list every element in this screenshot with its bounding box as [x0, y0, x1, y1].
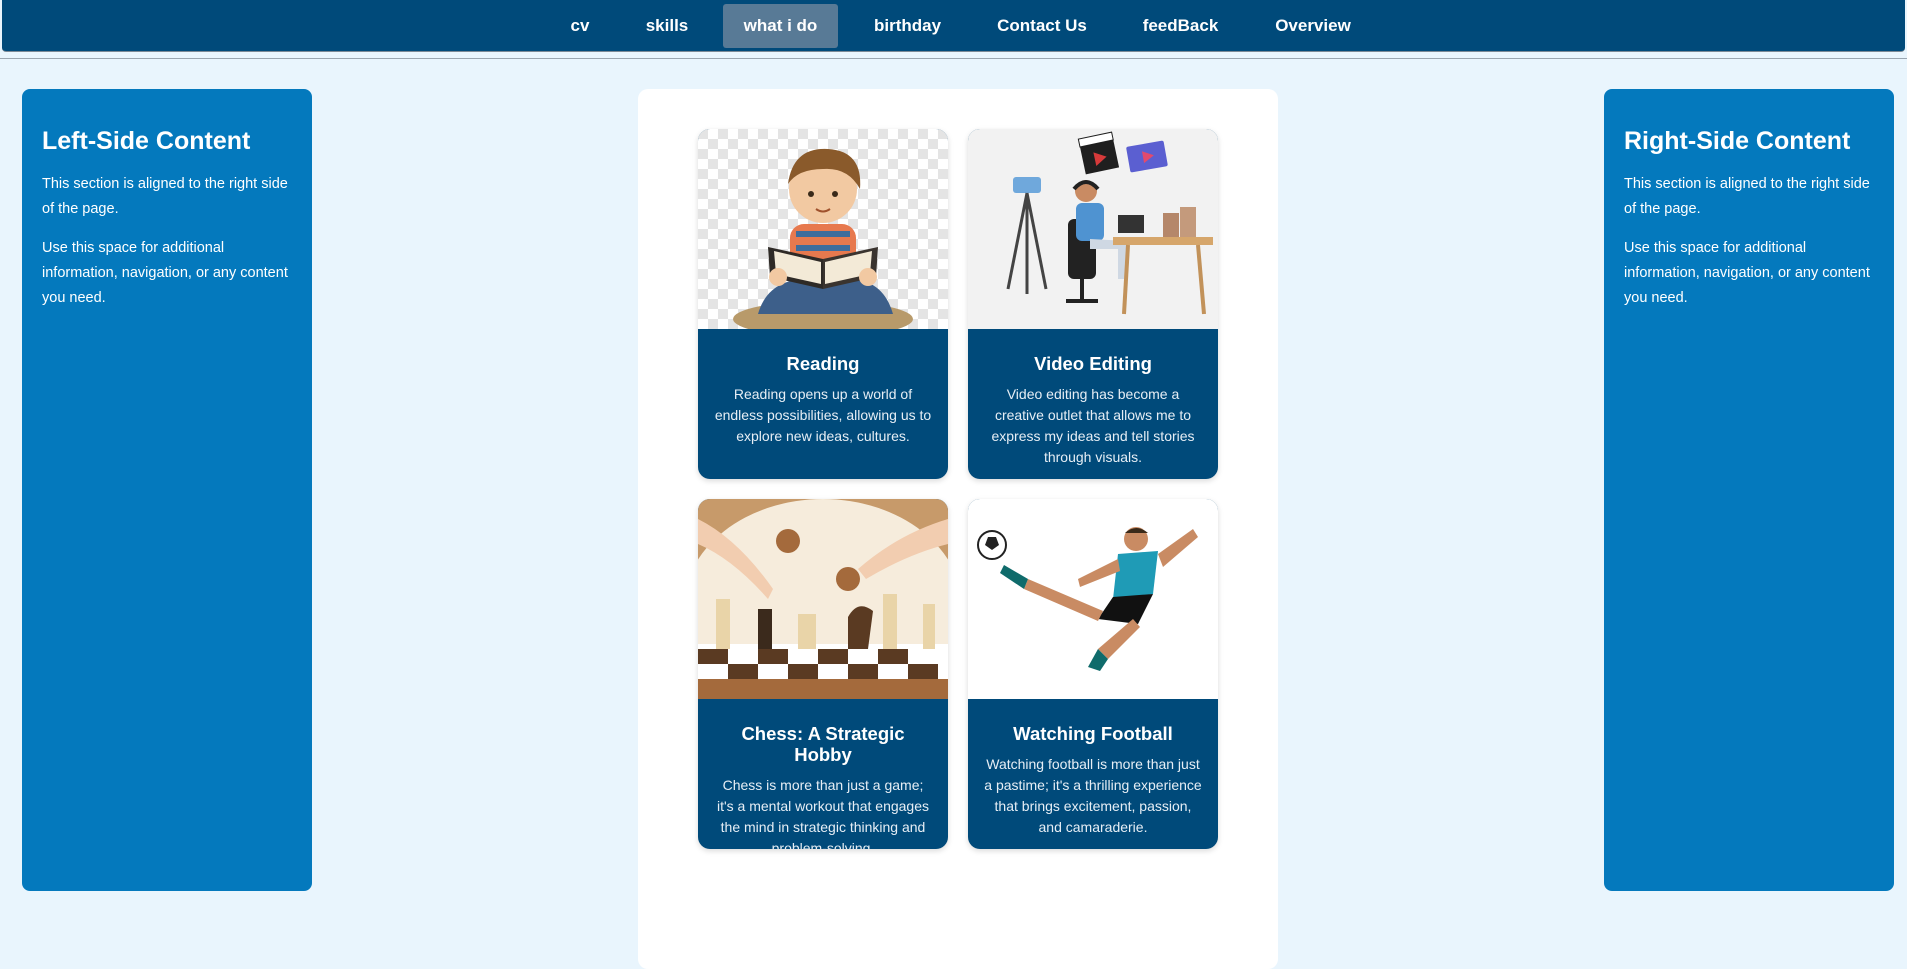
nav-birthday[interactable]: birthday — [855, 4, 960, 48]
card-reading[interactable]: Reading Reading opens up a world of endl… — [698, 129, 948, 479]
right-panel-title: Right-Side Content — [1624, 127, 1851, 155]
right-panel-text-2: Use this space for additional informatio… — [1624, 240, 1870, 306]
card-video-editing-body: Video Editing Video editing has become a… — [968, 329, 1218, 479]
card-reading-body: Reading Reading opens up a world of endl… — [698, 329, 948, 479]
card-text: Watching football is more than just a pa… — [984, 756, 1202, 835]
chess-image — [698, 499, 948, 699]
main-nav: cv skills what i do birthday Contact Us … — [2, 4, 1905, 48]
left-panel-text-2: Use this space for additional informatio… — [42, 240, 288, 306]
card-chess[interactable]: Chess: A Strategic Hobby Chess is more t… — [698, 499, 948, 849]
main-content: Reading Reading opens up a world of endl… — [638, 89, 1278, 969]
right-side-panel: Right-Side Content This section is align… — [1604, 89, 1894, 891]
left-panel-title: Left-Side Content — [42, 127, 251, 155]
card-video-editing[interactable]: Video Editing Video editing has become a… — [968, 129, 1218, 479]
nav-feedback[interactable]: feedBack — [1128, 4, 1233, 48]
nav-contact-us[interactable]: Contact Us — [983, 4, 1101, 48]
right-panel-text-1: This section is aligned to the right sid… — [1624, 176, 1870, 217]
card-text: Chess is more than just a game; it's a m… — [716, 777, 930, 849]
card-title: Chess: A Strategic Hobby — [741, 723, 905, 765]
left-side-panel: Left-Side Content This section is aligne… — [22, 89, 312, 891]
nav-skills[interactable]: skills — [624, 4, 710, 48]
card-text: Reading opens up a world of endless poss… — [714, 386, 932, 444]
card-text: Video editing has become a creative outl… — [991, 386, 1195, 465]
card-watching-football[interactable]: Watching Football Watching football is m… — [968, 499, 1218, 849]
card-title: Watching Football — [1013, 723, 1173, 744]
card-title: Video Editing — [1034, 353, 1152, 374]
card-chess-body: Chess: A Strategic Hobby Chess is more t… — [698, 699, 948, 849]
left-panel-text-1: This section is aligned to the right sid… — [42, 176, 288, 217]
nav-overview[interactable]: Overview — [1263, 4, 1363, 48]
header-divider — [0, 58, 1907, 59]
top-navigation-bar: cv skills what i do birthday Contact Us … — [2, 0, 1905, 52]
nav-cv[interactable]: cv — [555, 4, 605, 48]
nav-what-i-do[interactable]: what i do — [723, 4, 838, 48]
video-editing-image — [968, 129, 1218, 329]
card-title: Reading — [786, 353, 860, 374]
reading-image — [698, 129, 948, 329]
football-image — [968, 499, 1218, 699]
card-football-body: Watching Football Watching football is m… — [968, 699, 1218, 849]
